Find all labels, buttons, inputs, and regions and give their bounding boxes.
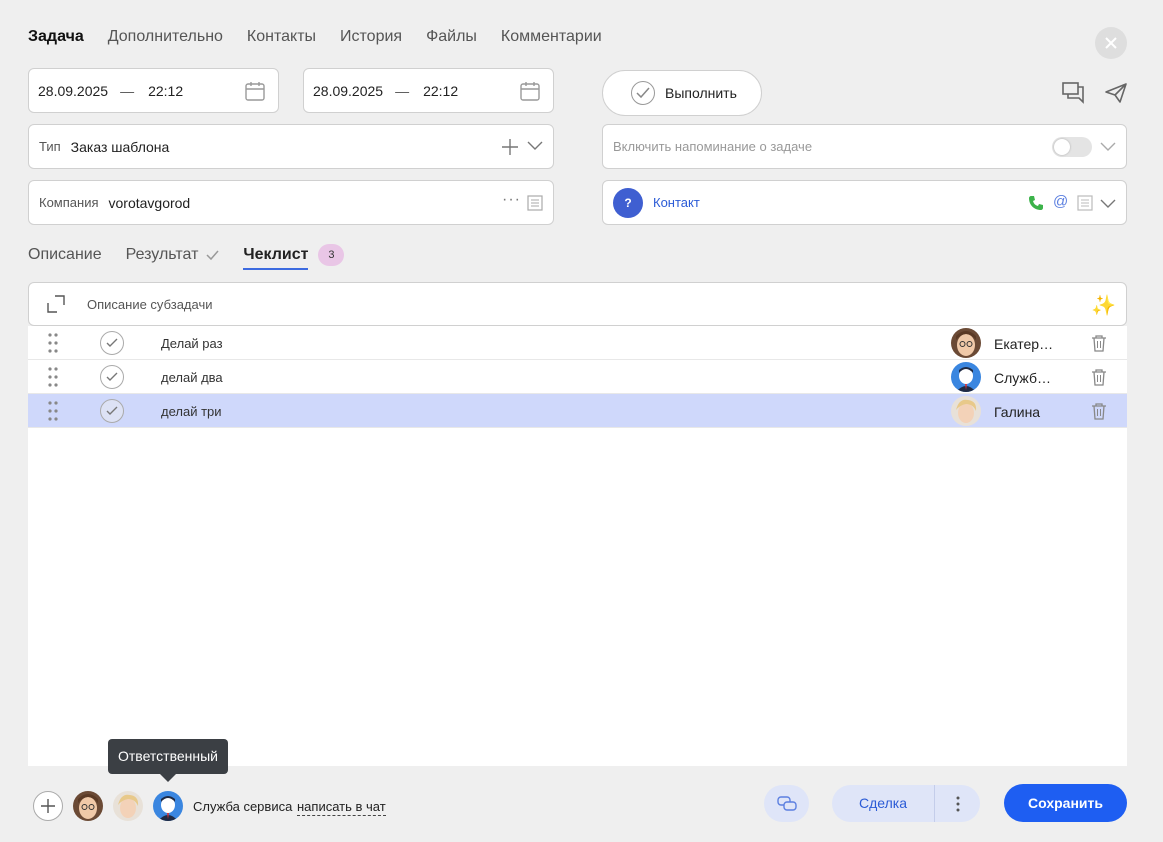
tab-comments[interactable]: Комментарии — [501, 28, 602, 46]
tab-history[interactable]: История — [340, 28, 402, 46]
drag-handle-icon[interactable] — [48, 401, 58, 421]
write-to-chat-link[interactable]: написать в чат — [297, 799, 386, 816]
type-field[interactable]: Тип Заказ шаблона — [28, 124, 554, 169]
list-item[interactable]: Делай раз Екатер… — [28, 326, 1127, 360]
chat-icon — [776, 795, 797, 811]
checkbox[interactable] — [100, 365, 124, 389]
close-icon — [1105, 37, 1117, 49]
check-icon — [106, 372, 118, 381]
responsible-name: Служба сервиса — [193, 799, 293, 814]
execute-label: Выполнить — [665, 85, 737, 101]
calendar-icon[interactable] — [519, 80, 541, 102]
tab-contacts[interactable]: Контакты — [247, 28, 316, 46]
contact-field[interactable]: ? Контакт @ — [602, 180, 1127, 225]
plus-icon[interactable] — [501, 138, 519, 156]
checkbox[interactable] — [100, 331, 124, 355]
check-icon — [206, 250, 219, 260]
top-tabs: Задача Дополнительно Контакты История Фа… — [28, 28, 602, 46]
check-icon — [631, 81, 655, 105]
item-text: делай три — [161, 404, 222, 419]
trash-icon[interactable] — [1090, 368, 1108, 386]
subtask-placeholder: Описание субзадачи — [87, 296, 213, 312]
trash-icon[interactable] — [1090, 402, 1108, 420]
drag-handle-icon[interactable] — [48, 333, 58, 353]
end-datetime-field[interactable]: 28.09.2025 — 22:12 — [303, 68, 554, 113]
subtabs: Описание Результат Чеклист 3 — [28, 240, 345, 270]
document-icon[interactable] — [1077, 195, 1093, 211]
end-date: 28.09.2025 — [313, 82, 384, 99]
start-datetime-field[interactable]: 28.09.2025 — 22:12 — [28, 68, 279, 113]
kebab-menu-icon[interactable] — [935, 796, 980, 812]
company-label: Компания — [39, 195, 99, 210]
reminder-toggle[interactable] — [1052, 137, 1092, 157]
drag-handle-icon[interactable] — [48, 367, 58, 387]
item-text: Делай раз — [161, 336, 223, 351]
check-icon — [106, 338, 118, 347]
expand-icon[interactable] — [47, 295, 65, 313]
chat-bubbles-icon[interactable] — [1062, 82, 1086, 104]
calendar-icon[interactable] — [244, 80, 266, 102]
list-item[interactable]: делай три Галина — [28, 394, 1127, 428]
checkbox[interactable] — [100, 399, 124, 423]
checklist: Делай раз Екатер… делай два Служб… делай… — [28, 326, 1127, 766]
tab-description[interactable]: Описание — [28, 246, 102, 264]
assignee-name: Служб… — [994, 370, 1051, 386]
start-date: 28.09.2025 — [38, 82, 109, 99]
save-button[interactable]: Сохранить — [1004, 784, 1127, 822]
company-field[interactable]: Компания vorotavgorod ··· — [28, 180, 554, 225]
deal-button[interactable]: Сделка — [832, 785, 980, 822]
assignee-name: Екатер… — [994, 336, 1054, 352]
responsible-tooltip: Ответственный — [108, 739, 228, 782]
close-button[interactable] — [1095, 27, 1127, 59]
start-time: 22:12 — [148, 82, 184, 99]
avatar[interactable] — [951, 328, 981, 358]
tab-additional[interactable]: Дополнительно — [108, 28, 223, 46]
date-separator: — — [120, 82, 135, 99]
deal-label: Сделка — [832, 785, 935, 822]
email-at-icon[interactable]: @ — [1053, 193, 1068, 210]
chevron-down-icon[interactable] — [1100, 199, 1116, 209]
avatar[interactable] — [73, 791, 103, 821]
avatar[interactable] — [951, 396, 981, 426]
checklist-count-badge: 3 — [318, 244, 345, 266]
chat-button[interactable] — [764, 785, 809, 822]
type-label: Тип — [39, 139, 61, 154]
subtask-input[interactable]: Описание субзадачи ✨ — [28, 282, 1127, 326]
date-separator: — — [395, 82, 410, 99]
trash-icon[interactable] — [1090, 334, 1108, 352]
plus-icon — [41, 799, 55, 813]
tab-result[interactable]: Результат — [126, 246, 220, 264]
company-value: vorotavgorod — [108, 194, 191, 211]
more-icon[interactable]: ··· — [502, 191, 521, 209]
end-time: 22:12 — [423, 82, 459, 99]
tab-files[interactable]: Файлы — [426, 28, 477, 46]
item-text: делай два — [161, 370, 223, 385]
chevron-down-icon[interactable] — [527, 141, 543, 151]
list-item[interactable]: делай два Служб… — [28, 360, 1127, 394]
tab-task[interactable]: Задача — [28, 28, 84, 46]
tab-checklist[interactable]: Чеклист — [243, 246, 309, 270]
add-participant-button[interactable] — [33, 791, 63, 821]
avatar[interactable] — [113, 791, 143, 821]
type-value: Заказ шаблона — [70, 138, 170, 155]
sparkles-icon[interactable]: ✨ — [1091, 293, 1116, 318]
document-icon[interactable] — [527, 195, 543, 211]
send-icon[interactable] — [1104, 82, 1128, 104]
contact-unknown-badge: ? — [613, 187, 643, 218]
execute-button[interactable]: Выполнить — [602, 70, 762, 116]
chevron-down-icon[interactable] — [1100, 142, 1116, 152]
phone-icon[interactable] — [1028, 195, 1044, 211]
reminder-placeholder: Включить напоминание о задаче — [613, 139, 813, 154]
tab-result-label: Результат — [125, 246, 199, 263]
contact-value[interactable]: Контакт — [653, 195, 700, 210]
assignee-name: Галина — [994, 404, 1041, 420]
reminder-field[interactable]: Включить напоминание о задаче — [602, 124, 1127, 169]
avatar[interactable] — [951, 362, 981, 392]
responsible-avatar[interactable] — [153, 791, 183, 821]
check-icon — [106, 406, 118, 415]
